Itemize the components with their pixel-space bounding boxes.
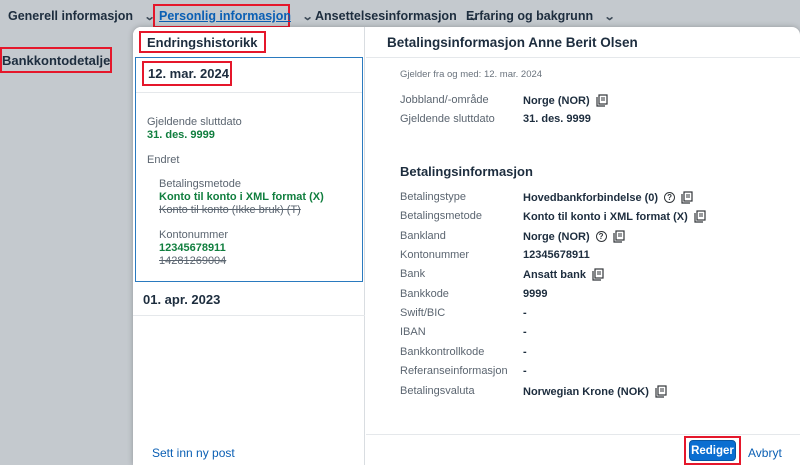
field-row: Betalingstype Hovedbankforbindelse (0) ? — [400, 191, 790, 207]
nav-label: Personlig informasjon — [159, 9, 291, 23]
history-item-selected[interactable]: 12. mar. 2024 Gjeldende sluttdato 31. de… — [135, 57, 363, 282]
field-row: Bank Ansatt bank — [400, 268, 790, 284]
field-row: Betalingsmetode Konto til konto i XML fo… — [400, 210, 790, 226]
divider — [133, 315, 365, 316]
history-item[interactable]: 01. apr. 2023 — [143, 292, 220, 307]
field-label: Referanseinformasjon — [400, 365, 508, 377]
field-value: Hovedbankforbindelse (0) ? — [523, 191, 693, 204]
details-body: Gjelder fra og med: 12. mar. 2024 Jobbla… — [366, 58, 800, 434]
change-field-label: Kontonummer — [159, 229, 229, 241]
field-value-text: Konto til konto i XML format (X) — [523, 210, 688, 223]
change-new-value: 12345678911 — [159, 242, 226, 254]
field-label: Jobbland/-område — [400, 94, 489, 106]
field-value-text: Norge (NOR) — [523, 230, 590, 243]
nav-label: Erfaring og bakgrunn — [466, 9, 594, 23]
field-label: Bankkontrollkode — [400, 346, 485, 358]
copy-icon[interactable] — [613, 230, 625, 243]
cancel-button[interactable]: Avbryt — [748, 446, 782, 460]
field-label: Bank — [400, 268, 426, 280]
change-old-value: 14281269004 — [159, 255, 227, 267]
copy-icon[interactable] — [694, 210, 706, 223]
field-label: Bankland — [400, 230, 446, 242]
change-history-pane: Endringshistorikk 12. mar. 2024 Gjeldend… — [133, 27, 365, 465]
field-value-text: Ansatt bank — [523, 268, 586, 281]
field-row: IBAN - — [400, 326, 790, 342]
field-value: 31. des. 9999 — [523, 113, 591, 125]
nav-label: Ansettelsesinformasjon — [315, 9, 457, 23]
field-row: Jobbland/-område Norge (NOR) — [400, 94, 790, 110]
changed-label: Endret — [147, 154, 180, 166]
field-value: Konto til konto i XML format (X) — [523, 210, 706, 223]
field-row: Bankkontrollkode - — [400, 346, 790, 362]
field-row: Gjeldende sluttdato 31. des. 9999 — [400, 113, 790, 129]
field-row: Swift/BIC - — [400, 307, 790, 323]
field-value: - — [523, 346, 527, 358]
field-label: Betalingsvaluta — [400, 385, 475, 397]
copy-icon[interactable] — [655, 385, 667, 398]
field-value: - — [523, 365, 527, 377]
field-row: Bankland Norge (NOR) ? — [400, 230, 790, 246]
edit-button-highlight: Rediger — [684, 436, 741, 465]
field-value: Norge (NOR) — [523, 94, 608, 107]
nav-personlig-informasjon[interactable]: Personlig informasjon ⌄ — [153, 4, 314, 28]
section-title: Betalingsinformasjon — [400, 164, 533, 179]
field-label: Betalingstype — [400, 191, 467, 203]
valid-from-text: Gjelder fra og med: 12. mar. 2024 — [400, 69, 543, 80]
change-new-value: Konto til konto i XML format (X) — [159, 191, 324, 203]
field-value: Norwegian Krone (NOK) — [523, 385, 667, 398]
help-icon[interactable]: ? — [664, 192, 676, 203]
field-value: Ansatt bank — [523, 268, 604, 281]
field-row: Referanseinformasjon - — [400, 365, 790, 381]
bank-account-details-heading: Bankkontodetaljer — [0, 47, 112, 73]
field-row: Bankkode 9999 — [400, 288, 790, 304]
field-label: Bankkode — [400, 288, 449, 300]
chevron-down-icon: ⌄ — [603, 10, 616, 23]
insert-new-post-link[interactable]: Sett inn ny post — [152, 446, 235, 460]
field-row: Betalingsvaluta Norwegian Krone (NOK) — [400, 385, 790, 401]
payment-info-dialog: Endringshistorikk 12. mar. 2024 Gjeldend… — [133, 27, 800, 465]
copy-icon[interactable] — [681, 191, 693, 204]
divider — [366, 434, 800, 435]
dialog-title: Betalingsinformasjon Anne Berit Olsen — [387, 35, 638, 50]
field-value-text: Norge (NOR) — [523, 94, 590, 107]
nav-ansettelsesinformasjon[interactable]: Ansettelsesinformasjon ⌄ — [311, 4, 482, 28]
copy-icon[interactable] — [592, 268, 604, 281]
field-label: Swift/BIC — [400, 307, 446, 319]
change-old-value: Konto til konto (Ikke bruk) (T) — [159, 204, 301, 216]
field-value: 9999 — [523, 288, 548, 300]
change-history-title: Endringshistorikk — [139, 31, 266, 53]
field-label: IBAN — [400, 326, 426, 338]
nav-label: Generell informasjon — [8, 9, 134, 23]
change-field-label: Betalingsmetode — [159, 178, 241, 190]
field-value: - — [523, 307, 527, 319]
edit-button[interactable]: Rediger — [689, 440, 736, 461]
end-date-label: Gjeldende sluttdato — [147, 116, 242, 128]
nav-erfaring-og-bakgrunn[interactable]: Erfaring og bakgrunn ⌄ — [462, 4, 618, 28]
history-item-date: 12. mar. 2024 — [142, 61, 232, 86]
field-label: Kontonummer — [400, 249, 470, 261]
field-label: Gjeldende sluttdato — [400, 113, 495, 125]
nav-generell-informasjon[interactable]: Generell informasjon ⌄ — [4, 4, 158, 28]
divider — [136, 92, 362, 93]
copy-icon[interactable] — [596, 94, 608, 107]
field-value-text: Hovedbankforbindelse (0) — [523, 191, 659, 204]
end-date-value: 31. des. 9999 — [147, 129, 215, 141]
field-value: Norge (NOR) ? — [523, 230, 625, 243]
help-icon[interactable]: ? — [595, 231, 607, 242]
field-value: - — [523, 326, 527, 338]
field-row: Kontonummer 12345678911 — [400, 249, 790, 265]
field-value-text: Norwegian Krone (NOK) — [523, 385, 649, 398]
field-label: Betalingsmetode — [400, 210, 482, 222]
field-value: 12345678911 — [523, 249, 590, 261]
